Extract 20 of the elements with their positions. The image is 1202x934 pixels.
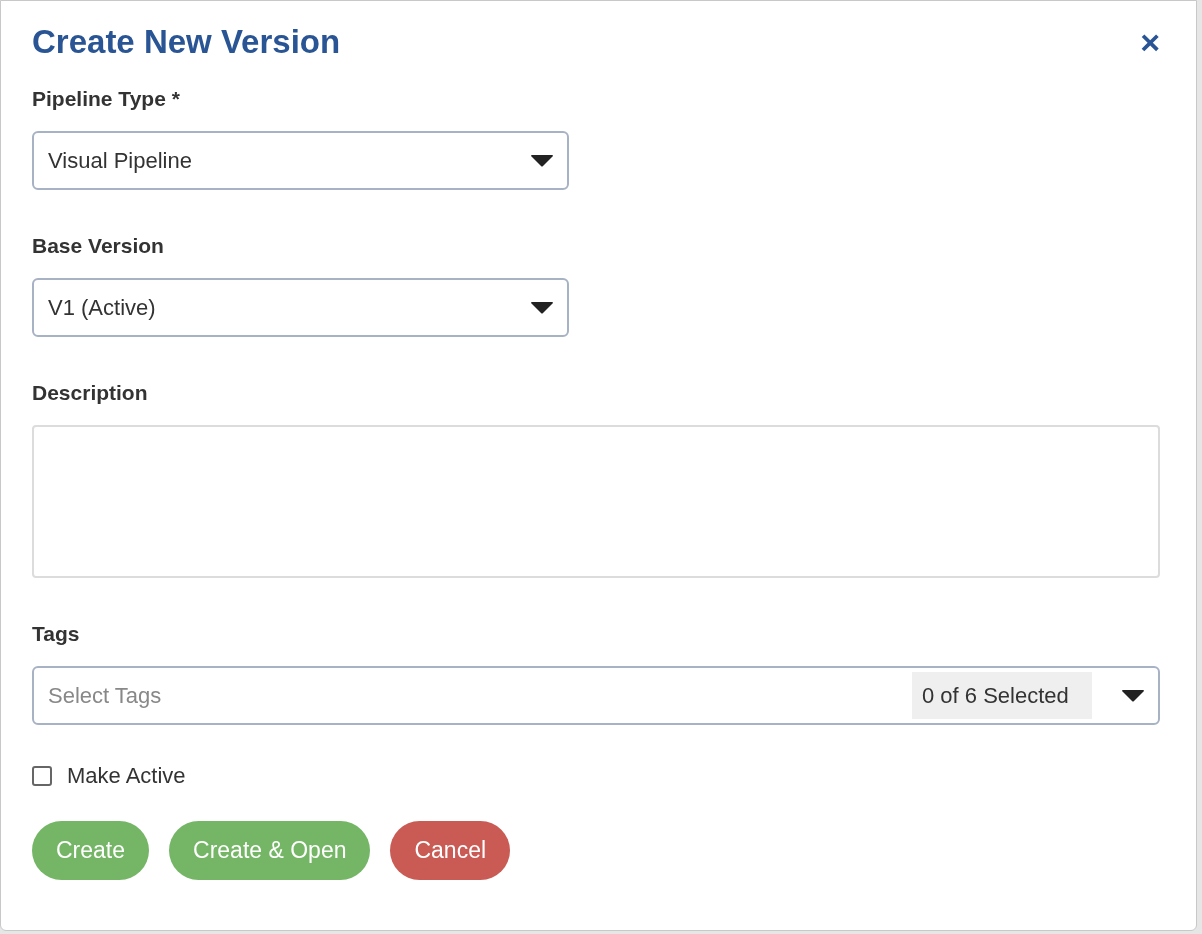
- caret-icon: [531, 301, 553, 314]
- caret-icon: [531, 154, 553, 167]
- cancel-button[interactable]: Cancel: [390, 821, 511, 880]
- select-value: Visual Pipeline: [48, 147, 193, 174]
- select-value: V1 (Active): [48, 294, 157, 321]
- select-field[interactable]: Visual Pipeline: [32, 131, 569, 190]
- select-field[interactable]: V1 (Active): [32, 278, 569, 337]
- tags-placeholder: Select Tags: [48, 682, 163, 709]
- selected-count: 0 of 6 Selected: [912, 672, 1092, 719]
- tags-select-field[interactable]: Select Tags 0 of 6 Selected: [32, 666, 1160, 725]
- close-button[interactable]: ×: [1140, 25, 1160, 59]
- description-field[interactable]: [32, 425, 1160, 578]
- checkbox[interactable]: [32, 766, 52, 786]
- dialog-title: Create New Version: [32, 23, 341, 61]
- field-label: Description: [32, 381, 149, 405]
- field-label: Tags: [32, 622, 81, 646]
- field-label: Pipeline Type *: [32, 87, 181, 111]
- caret-icon: [1122, 689, 1144, 702]
- checkbox-label: Make Active: [67, 763, 186, 789]
- field-label: Base Version: [32, 234, 165, 258]
